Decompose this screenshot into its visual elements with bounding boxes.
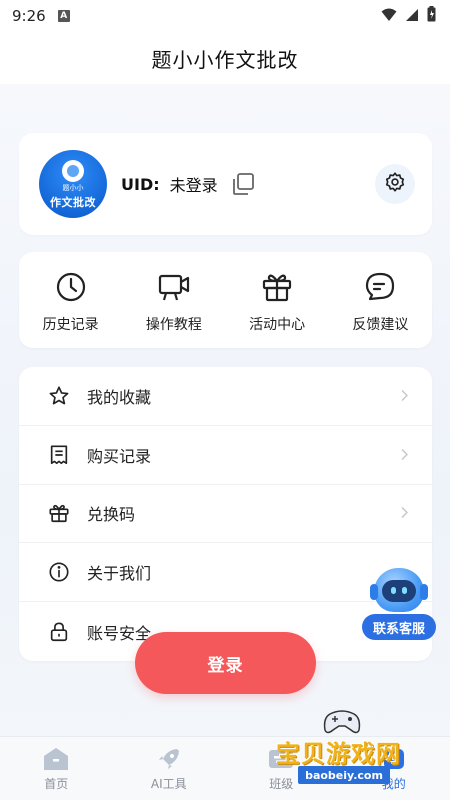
quick-item-history[interactable]: 历史记录 [19, 252, 122, 348]
notification-icon: A [57, 10, 70, 22]
quick-label: 活动中心 [249, 317, 306, 333]
copy-icon[interactable] [230, 171, 256, 197]
quick-label: 反馈建议 [352, 317, 409, 333]
contact-service-label: 联系客服 [362, 614, 436, 640]
quick-item-feedback[interactable]: 反馈建议 [329, 252, 432, 348]
home-icon [43, 747, 69, 771]
star-icon [47, 384, 71, 408]
menu-item-purchases[interactable]: 购买记录 [19, 426, 432, 485]
chevron-right-icon [400, 504, 409, 523]
signal-icon [405, 7, 419, 26]
avatar-logo-center [67, 165, 79, 177]
receipt-icon [47, 443, 71, 467]
uid-row: UID: 未登录 [121, 171, 256, 197]
contact-service-button[interactable]: 联系客服 [362, 566, 436, 642]
info-icon [47, 560, 71, 584]
gift-icon [260, 270, 294, 304]
menu-label: 账号安全 [87, 623, 152, 643]
video-icon [157, 270, 191, 304]
status-time: 9:26 [12, 7, 46, 25]
profile-card[interactable]: 题小小 作文批改 UID: 未登录 [19, 133, 432, 235]
robot-ear-left [370, 584, 378, 600]
menu-label: 关于我们 [87, 564, 152, 584]
quick-item-tutorial[interactable]: 操作教程 [122, 252, 225, 348]
chevron-right-icon [400, 445, 409, 464]
robot-eye-left [391, 587, 396, 594]
gift-icon [47, 501, 71, 525]
menu-label: 兑换码 [87, 505, 136, 525]
battery-icon [427, 6, 436, 26]
menu-label: 购买记录 [87, 446, 152, 466]
tab-label: 首页 [44, 777, 69, 791]
rocket-icon [156, 747, 182, 771]
watermark-text: 宝贝游戏网 [276, 740, 401, 768]
settings-button[interactable] [375, 164, 415, 204]
tab-ai-tools[interactable]: AI工具 [113, 737, 226, 800]
quick-label: 操作教程 [145, 317, 202, 333]
gear-icon [384, 171, 406, 197]
robot-eye-right [402, 587, 407, 594]
clock-icon [54, 270, 88, 304]
login-button[interactable]: 登录 [135, 632, 316, 694]
title-bar: 题小小作文批改 [0, 32, 450, 84]
chevron-right-icon [400, 386, 409, 405]
avatar-text: 作文批改 [50, 196, 96, 209]
uid-value: 未登录 [169, 176, 218, 195]
wifi-icon [381, 7, 397, 26]
tab-label: AI工具 [150, 777, 187, 791]
avatar[interactable]: 题小小 作文批改 [39, 150, 107, 218]
robot-face [382, 580, 416, 602]
quick-label: 历史记录 [42, 317, 99, 333]
status-bar: 9:26 A [0, 0, 450, 32]
avatar-small-text: 题小小 [62, 184, 84, 192]
menu-item-redeem-code[interactable]: 兑换码 [19, 485, 432, 544]
menu-label: 我的收藏 [87, 387, 152, 407]
menu-item-favorites[interactable]: 我的收藏 [19, 367, 432, 426]
lock-icon [47, 620, 71, 644]
chat-icon [363, 270, 397, 304]
watermark: 宝贝游戏网 baobeiy.com [270, 706, 420, 792]
robot-ear-right [420, 584, 428, 600]
uid-label: UID: [121, 174, 160, 194]
quick-item-activity[interactable]: 活动中心 [226, 252, 329, 348]
tab-home[interactable]: 首页 [0, 737, 113, 800]
quick-actions-card: 历史记录 操作教程 活动中心 反馈建议 [19, 252, 432, 348]
watermark-url: baobeiy.com [298, 766, 390, 784]
page-title: 题小小作文批改 [151, 47, 299, 72]
